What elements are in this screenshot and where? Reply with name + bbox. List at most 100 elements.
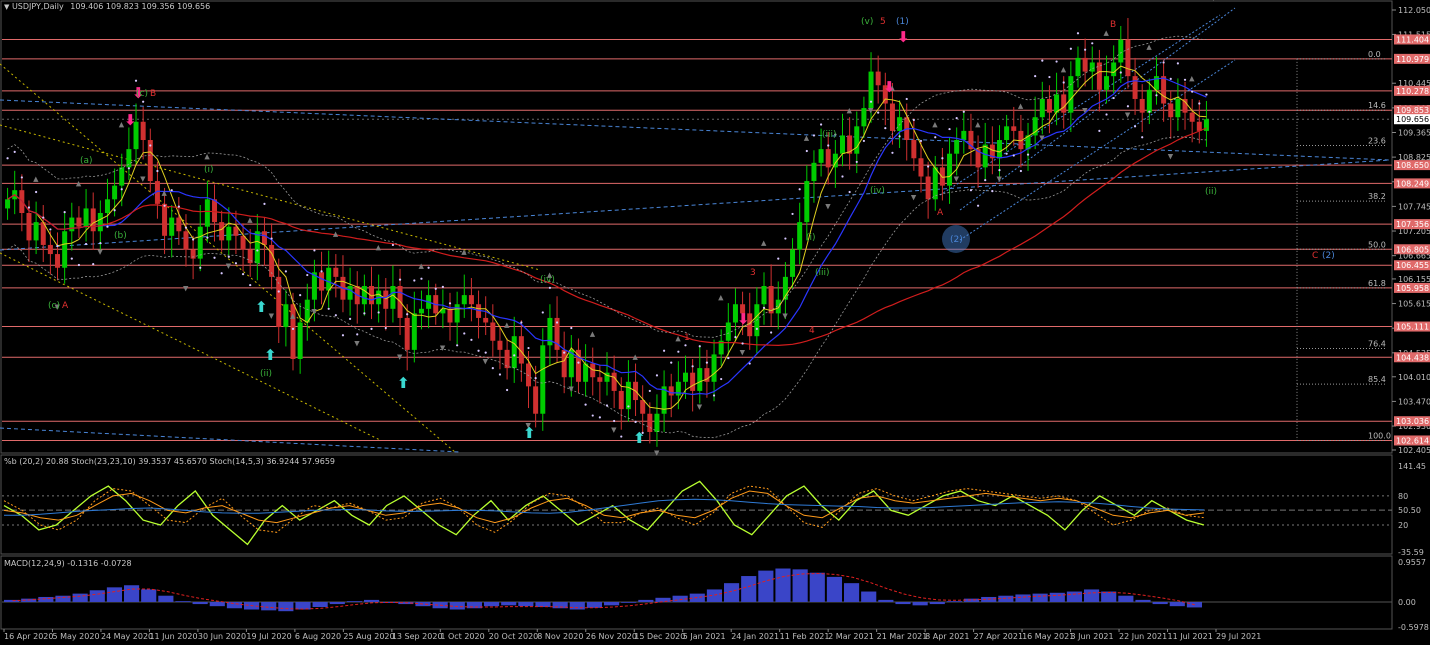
candle-body <box>76 217 82 227</box>
macd-bar <box>346 601 362 602</box>
sar-dot <box>877 111 880 114</box>
sar-dot <box>1062 81 1065 84</box>
candle-body <box>925 176 931 200</box>
macd-bar <box>1032 593 1048 602</box>
macd-bar <box>226 601 242 609</box>
candle-body <box>954 140 960 154</box>
sar-dot <box>534 377 537 380</box>
fib-level-label: 100.0 <box>1368 431 1391 440</box>
candle-body <box>197 226 203 259</box>
sar-dot <box>149 144 152 147</box>
level-price-label: 102.614 <box>1396 436 1429 445</box>
sar-dot <box>691 365 694 368</box>
sar-dot <box>477 349 480 352</box>
level-price-tag: 104.438 <box>1394 352 1430 363</box>
chart-canvas[interactable]: 112.050111.515110.445109.905109.365108.8… <box>0 0 1430 645</box>
fib-level-label: 0.0 <box>1368 50 1381 59</box>
sar-dot <box>1183 78 1187 81</box>
candle-body <box>697 368 703 391</box>
sar-dot <box>762 306 766 309</box>
macd-bar <box>569 601 585 610</box>
candle-body <box>533 386 539 414</box>
sar-dot <box>27 206 31 209</box>
candle-body <box>625 381 631 410</box>
sar-dot <box>684 344 687 347</box>
wave-label: (ii) <box>1205 187 1217 197</box>
sar-dot <box>1105 113 1108 116</box>
level-price-label: 104.438 <box>1396 353 1429 362</box>
wave-label: (i) <box>204 165 214 175</box>
sar-dot <box>56 244 59 247</box>
chart-header: ▼ USDJPY,Daily 109.406 109.823 109.356 1… <box>4 2 210 11</box>
sar-dot <box>1076 32 1080 35</box>
fractal-up-icon: ▲ <box>932 120 938 128</box>
sar-dot <box>1126 105 1130 108</box>
fractal-up-icon: ▲ <box>376 244 382 252</box>
fib-level-label: 23.6 <box>1368 136 1386 145</box>
sar-dot <box>156 169 159 173</box>
sar-dot <box>491 367 494 370</box>
x-tick-label: 26 Nov 2020 <box>586 632 637 641</box>
fractal-up-icon: ▲ <box>847 107 853 115</box>
candle-body <box>804 181 810 223</box>
fractal-down-icon: ▼ <box>440 344 446 352</box>
wave-label: A <box>62 301 69 311</box>
sar-dot <box>884 127 887 130</box>
candle-body <box>1039 98 1045 118</box>
candle-body <box>183 231 189 250</box>
macd-y-tick-label: 0.00 <box>1398 598 1416 607</box>
sar-dot <box>613 419 616 423</box>
macd-bar <box>106 587 122 602</box>
macd-bar <box>655 597 671 602</box>
x-tick-label: 6 Aug 2020 <box>295 632 341 641</box>
level-price-label: 108.650 <box>1396 161 1429 170</box>
candle-body <box>1189 112 1195 122</box>
sar-dot <box>306 273 309 277</box>
sar-dot <box>377 311 380 314</box>
sar-dot <box>106 225 109 228</box>
buy-arrow-icon: ⬆ <box>397 374 410 392</box>
sar-dot <box>541 311 544 314</box>
sar-dot <box>505 388 509 392</box>
candle-body <box>1004 126 1010 141</box>
macd-bar <box>518 601 534 607</box>
candle-body <box>1111 62 1117 77</box>
fractal-up-icon: ▲ <box>590 330 596 338</box>
fractal-down-icon: ▼ <box>483 358 489 366</box>
buy-arrow-icon: ⬆ <box>523 424 536 442</box>
sar-dot <box>277 290 280 293</box>
current-price-tag: 109.656 <box>1394 114 1430 125</box>
level-price-label: 110.278 <box>1396 87 1429 96</box>
candle-body <box>640 400 646 414</box>
fractal-down-icon: ▼ <box>825 202 831 210</box>
macd-bar <box>501 601 517 606</box>
sar-dot <box>299 294 302 297</box>
level-price-label: 108.249 <box>1396 179 1429 188</box>
fractal-up-icon: ▲ <box>804 134 810 142</box>
macd-bar <box>4 599 20 602</box>
sar-dot <box>1176 62 1179 65</box>
osc-y-tick-label: 80 <box>1398 492 1408 501</box>
fractal-up-icon: ▲ <box>204 152 210 160</box>
fractal-down-icon: ▼ <box>311 307 317 315</box>
candle-body <box>711 354 717 382</box>
candle-body <box>326 267 332 291</box>
macd-bar <box>895 601 911 605</box>
sar-dot <box>327 307 330 310</box>
candle-body <box>333 267 339 277</box>
main-panel-frame <box>0 0 1393 454</box>
fractal-down-icon: ▼ <box>954 175 960 183</box>
candle-body <box>454 304 460 323</box>
macd-bar <box>278 601 294 612</box>
macd-bar <box>295 601 311 610</box>
level-price-label: 103.036 <box>1396 417 1429 426</box>
macd-bar <box>741 576 757 602</box>
candle-body <box>1046 98 1052 113</box>
fractal-up-icon: ▲ <box>418 262 424 270</box>
sar-dot <box>991 190 994 193</box>
candle-body <box>1175 98 1181 118</box>
wave-label: 3 <box>750 268 756 278</box>
buy-arrow-icon: ⬆ <box>264 346 277 364</box>
sar-dot <box>35 190 38 194</box>
candle-body <box>418 308 424 314</box>
